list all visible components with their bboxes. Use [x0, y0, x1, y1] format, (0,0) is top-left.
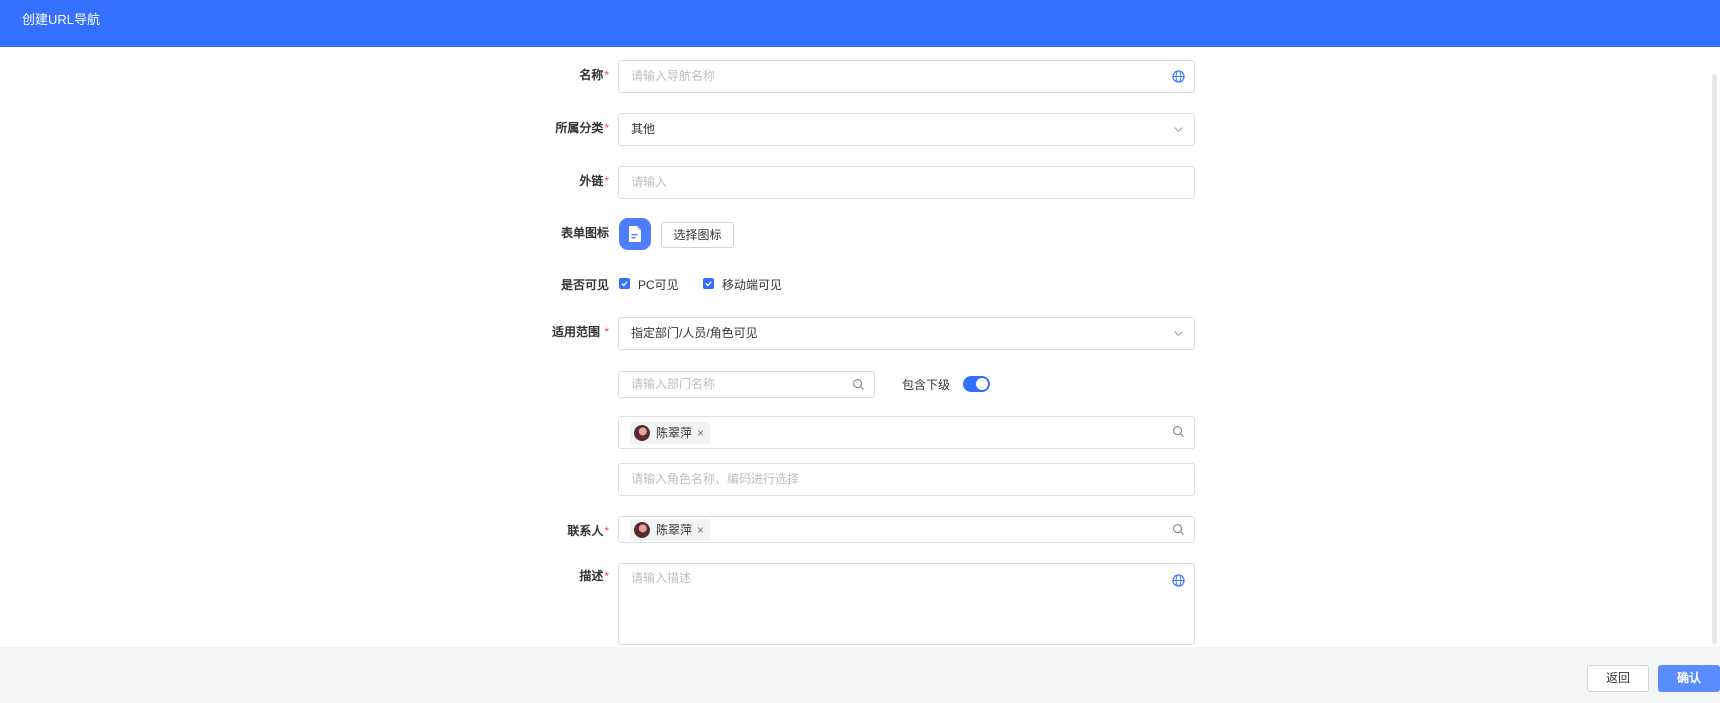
category-select[interactable]: 其他	[618, 113, 1195, 146]
back-button[interactable]: 返回	[1587, 665, 1649, 692]
globe-icon[interactable]	[1172, 70, 1185, 83]
globe-icon[interactable]	[1172, 574, 1185, 587]
user-tag-name: 陈翠萍	[656, 426, 693, 440]
avatar	[634, 522, 650, 538]
contact-label: 联系人*	[567, 524, 609, 538]
dialog-footer	[0, 647, 1720, 703]
toggle-knob	[976, 378, 988, 390]
user-tag: 陈翠萍 ×	[630, 422, 711, 444]
category-label: 所属分类*	[555, 121, 609, 135]
close-icon[interactable]: ×	[697, 426, 704, 440]
scope-user-select[interactable]: 陈翠萍 ×	[618, 416, 1195, 449]
search-icon[interactable]	[1172, 523, 1185, 536]
dialog-title: 创建URL导航	[22, 12, 101, 27]
include-sub-toggle[interactable]	[963, 376, 990, 392]
document-icon	[629, 226, 641, 242]
name-placeholder: 请输入导航名称	[631, 69, 716, 83]
mobile-visible-label[interactable]: 移动端可见	[722, 276, 782, 293]
link-label: 外链*	[579, 174, 609, 188]
category-value: 其他	[631, 122, 656, 136]
search-icon[interactable]	[852, 378, 865, 391]
name-input[interactable]: 请输入导航名称	[618, 60, 1195, 93]
user-tag: 陈翠萍 ×	[630, 519, 711, 541]
scope-select[interactable]: 指定部门/人员/角色可见	[618, 317, 1195, 350]
description-textarea[interactable]: 请输入描述	[618, 563, 1195, 645]
description-label: 描述*	[579, 569, 609, 583]
chevron-down-icon	[1174, 331, 1183, 337]
scrollbar[interactable]	[1712, 74, 1717, 644]
department-placeholder: 请输入部门名称	[631, 377, 716, 391]
scope-label: 适用范围 *	[551, 325, 609, 339]
mobile-visible-checkbox[interactable]	[703, 278, 714, 289]
icon-label: 表单图标	[560, 226, 609, 240]
close-icon[interactable]: ×	[697, 523, 704, 537]
link-input[interactable]: 请输入	[618, 166, 1195, 199]
pc-visible-label[interactable]: PC可见	[638, 276, 679, 293]
check-icon	[621, 281, 628, 287]
dialog-header: 创建URL导航	[0, 0, 1720, 47]
contact-select[interactable]: 陈翠萍 ×	[618, 516, 1195, 543]
confirm-button[interactable]: 确认	[1658, 665, 1720, 692]
select-icon-button[interactable]: 选择图标	[661, 222, 734, 248]
description-placeholder: 请输入描述	[631, 571, 692, 585]
department-search-input[interactable]: 请输入部门名称	[618, 371, 875, 398]
avatar	[634, 425, 650, 441]
role-search-input[interactable]: 请输入角色名称、编码进行选择	[618, 463, 1195, 496]
search-icon[interactable]	[1172, 425, 1185, 438]
name-label: 名称*	[579, 68, 609, 82]
link-placeholder: 请输入	[631, 175, 668, 189]
visibility-label: 是否可见	[560, 278, 609, 292]
check-icon	[705, 281, 712, 287]
contact-tag-name: 陈翠萍	[656, 523, 693, 537]
include-sub-label: 包含下级	[902, 378, 951, 392]
role-placeholder: 请输入角色名称、编码进行选择	[631, 472, 800, 486]
chevron-down-icon	[1174, 127, 1183, 133]
form-icon-preview	[619, 218, 651, 250]
scope-value: 指定部门/人员/角色可见	[631, 326, 758, 340]
pc-visible-checkbox[interactable]	[619, 278, 630, 289]
